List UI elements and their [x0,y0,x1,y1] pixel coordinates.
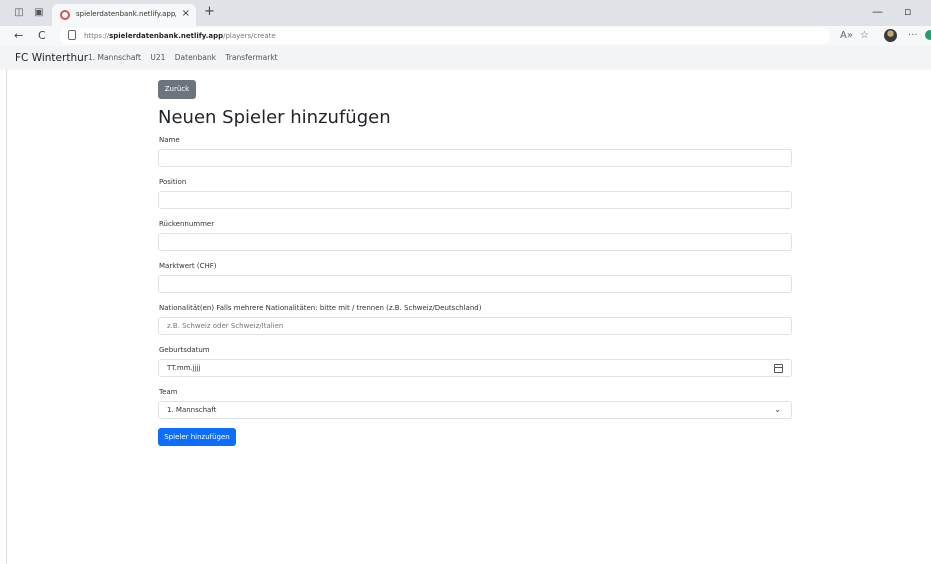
copilot-icon[interactable] [925,30,931,40]
tab-actions-icon[interactable]: ▣ [32,6,46,20]
nav-links: 1. Mannschaft U21 Datenbank Transfermark… [88,53,285,63]
restore-icon[interactable]: ▫ [904,5,911,19]
name-input[interactable] [158,149,792,167]
team-selected-value: 1. Mannschaft [167,406,217,414]
nav-link-mannschaft[interactable]: 1. Mannschaft [88,53,141,62]
site-favicon-icon [60,10,70,20]
lock-icon [68,30,76,40]
url-field[interactable]: https://spielerdatenbank.netlify.app/pla… [60,28,830,44]
browser-tab-bar: ◫ ▣ spielerdatenbank.netlify.app/pla × +… [0,0,931,26]
back-arrow-icon[interactable]: ← [14,29,23,43]
number-input[interactable] [158,233,792,251]
brand-link[interactable]: FC Winterthur [15,51,88,65]
nav-link-datenbank[interactable]: Datenbank [175,53,216,62]
name-label: Name [159,136,180,144]
tab-close-icon[interactable]: × [182,7,190,21]
nav-link-transfermarkt[interactable]: Transfermarkt [225,53,277,62]
minimize-icon[interactable]: — [872,5,883,19]
add-player-button[interactable]: Spieler hinzufügen [158,428,236,446]
back-button[interactable]: Zurück [158,80,196,99]
number-label: Rückennummer [159,220,215,228]
team-label: Team [159,388,178,396]
url-text: https://spielerdatenbank.netlify.app/pla… [84,32,276,40]
team-select[interactable]: 1. Mannschaft ⌄ [158,401,792,419]
calendar-icon[interactable] [774,364,783,373]
birthdate-input[interactable]: TT.mm.jjjj [158,359,792,377]
position-label: Position [159,178,187,186]
site-navbar: FC Winterthur 1. Mannschaft U21 Datenban… [0,46,931,70]
tab-title: spielerdatenbank.netlify.app/pla [76,10,176,18]
profile-avatar[interactable] [884,29,897,42]
page-title: Neuen Spieler hinzufügen [158,107,391,128]
nationality-input[interactable] [158,317,792,335]
chevron-down-icon: ⌄ [774,405,781,414]
nav-link-u21[interactable]: U21 [150,53,165,62]
birthdate-placeholder: TT.mm.jjjj [167,364,201,372]
read-aloud-icon[interactable]: A» [840,29,853,43]
browser-tab[interactable]: spielerdatenbank.netlify.app/pla × [52,4,196,26]
workspaces-icon[interactable]: ◫ [12,6,26,20]
reload-icon[interactable]: C [38,29,46,43]
nationality-label: Nationalität(en) Falls mehrere Nationali… [159,304,482,312]
birthdate-label: Geburtsdatum [159,346,210,354]
market-value-label: Marktwert (CHF) [159,262,217,270]
new-tab-icon[interactable]: + [204,5,215,19]
browser-address-bar: ← C https://spielerdatenbank.netlify.app… [0,26,931,46]
position-input[interactable] [158,191,792,209]
market-value-input[interactable] [158,275,792,293]
page-left-border [6,70,7,564]
favorite-star-icon[interactable]: ☆ [860,29,869,43]
more-menu-icon[interactable]: ··· [908,29,918,43]
